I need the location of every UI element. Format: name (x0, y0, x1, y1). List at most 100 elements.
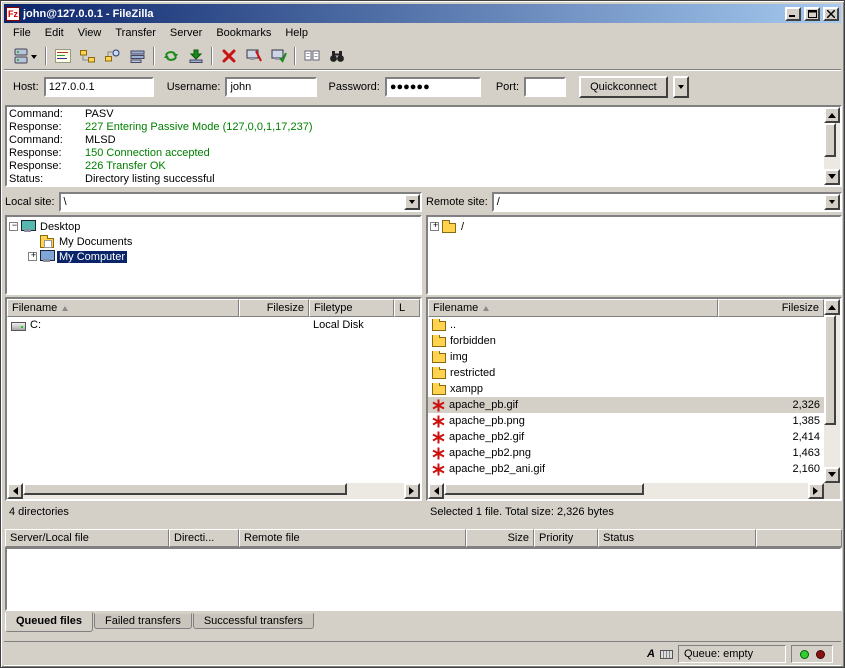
close-button[interactable] (823, 7, 839, 21)
tab-successful-transfers[interactable]: Successful transfers (193, 613, 314, 629)
scroll-up-button[interactable] (824, 107, 840, 123)
cancel-button[interactable] (216, 45, 241, 68)
remote-file-row[interactable]: apache_pb2.png 1,463 (428, 445, 824, 461)
log-line: Response:150 Connection accepted (9, 147, 822, 160)
log-line: Command:PASV (9, 108, 822, 121)
remote-file-row[interactable]: .. (428, 317, 824, 333)
menu-edit[interactable]: Edit (38, 24, 71, 42)
column-header-filetype[interactable]: Filetype (309, 299, 394, 317)
reconnect-button[interactable] (266, 45, 291, 68)
minimize-button[interactable] (785, 7, 801, 21)
local-file-row[interactable]: C: Local Disk (7, 317, 420, 333)
quickconnect-button[interactable]: Quickconnect (579, 76, 668, 98)
tab-queued-files[interactable]: Queued files (5, 612, 93, 632)
toggle-log-button[interactable] (50, 45, 75, 68)
scroll-thumb[interactable] (444, 483, 644, 495)
remote-site-pane: Remote site: / / (426, 191, 842, 295)
local-site-combo[interactable]: \ (59, 192, 422, 212)
remote-vertical-scrollbar[interactable] (824, 299, 840, 483)
queue-column-priority[interactable]: Priority (534, 529, 598, 547)
remote-file-row[interactable]: apache_pb2.gif 2,414 (428, 429, 824, 445)
collapse-icon[interactable] (9, 222, 18, 231)
scroll-thumb[interactable] (23, 483, 347, 495)
remote-file-row-selected[interactable]: apache_pb.gif 2,326 (428, 397, 824, 413)
scroll-right-button[interactable] (404, 483, 420, 499)
scroll-left-button[interactable] (7, 483, 23, 499)
scroll-left-button[interactable] (428, 483, 444, 499)
maximize-button[interactable] (804, 7, 820, 21)
remote-site-combo[interactable]: / (492, 192, 842, 212)
expand-icon[interactable] (430, 222, 439, 231)
receive-led-icon (800, 650, 809, 659)
queue-column-status[interactable]: Status (598, 529, 756, 547)
remote-file-row[interactable]: apache_pb2_ani.gif 2,160 (428, 461, 824, 477)
toggle-remote-tree-button[interactable] (100, 45, 125, 68)
find-files-button[interactable] (324, 45, 349, 68)
remote-file-row[interactable]: apache_pb.png 1,385 (428, 413, 824, 429)
scroll-track[interactable] (824, 315, 840, 467)
column-header-filename[interactable]: Filename (428, 299, 718, 317)
queue-column-direction[interactable]: Directi... (169, 529, 239, 547)
local-horizontal-scrollbar[interactable] (7, 483, 420, 499)
remote-file-row[interactable]: forbidden (428, 333, 824, 349)
scroll-track[interactable] (23, 483, 404, 499)
host-input[interactable] (44, 77, 154, 97)
tree-item-my-documents[interactable]: My Documents (9, 234, 418, 249)
username-input[interactable] (225, 77, 317, 97)
column-header-lastmodified[interactable]: L (394, 299, 420, 317)
remote-file-row[interactable]: xampp (428, 381, 824, 397)
column-header-filesize[interactable]: Filesize (239, 299, 309, 317)
site-manager-button[interactable] (8, 45, 42, 68)
port-input[interactable] (524, 77, 566, 97)
queue-body[interactable] (5, 547, 842, 611)
arrow-down-icon (828, 472, 836, 481)
local-site-dropdown-button[interactable] (404, 194, 420, 210)
scroll-thumb[interactable] (824, 123, 836, 157)
local-list-body: C: Local Disk (7, 317, 420, 483)
refresh-button[interactable] (158, 45, 183, 68)
dropdown-caret-icon (409, 200, 415, 207)
menu-bookmarks[interactable]: Bookmarks (209, 24, 278, 42)
directory-compare-button[interactable] (299, 45, 324, 68)
disconnect-button[interactable] (241, 45, 266, 68)
expand-icon[interactable] (28, 252, 37, 261)
tree-item-my-computer[interactable]: My Computer (9, 249, 418, 264)
scroll-up-button[interactable] (824, 299, 840, 315)
tab-failed-transfers[interactable]: Failed transfers (94, 613, 192, 629)
remote-site-dropdown-button[interactable] (824, 194, 840, 210)
menu-help[interactable]: Help (278, 24, 315, 42)
log-line: Command:MLSD (9, 134, 822, 147)
folder-icon (432, 337, 446, 347)
scroll-track[interactable] (824, 123, 840, 169)
queue-column-remote-file[interactable]: Remote file (239, 529, 466, 547)
process-queue-button[interactable] (183, 45, 208, 68)
folder-icon (442, 223, 456, 233)
scroll-right-button[interactable] (808, 483, 824, 499)
password-input[interactable] (385, 77, 481, 97)
filezilla-window: Fz john@127.0.0.1 - FileZilla File Edit … (0, 0, 845, 668)
queue-column-size[interactable]: Size (466, 529, 534, 547)
toggle-local-tree-button[interactable] (75, 45, 100, 68)
dropdown-caret-icon (31, 55, 37, 62)
desktop-icon (21, 220, 35, 233)
scroll-thumb[interactable] (824, 315, 836, 425)
column-header-filename[interactable]: Filename (7, 299, 239, 317)
tree-item-root[interactable]: / (430, 219, 838, 234)
remote-horizontal-scrollbar[interactable] (428, 483, 824, 499)
quickconnect-dropdown-button[interactable] (673, 76, 689, 98)
menu-file[interactable]: File (6, 24, 38, 42)
remote-file-row[interactable]: img (428, 349, 824, 365)
scroll-down-button[interactable] (824, 169, 840, 185)
queue-column-server-local-file[interactable]: Server/Local file (5, 529, 169, 547)
menu-view[interactable]: View (71, 24, 109, 42)
menu-transfer[interactable]: Transfer (108, 24, 163, 42)
toggle-queue-button[interactable] (125, 45, 150, 68)
menu-server[interactable]: Server (163, 24, 209, 42)
remote-file-row[interactable]: restricted (428, 365, 824, 381)
tree-item-desktop[interactable]: Desktop (9, 219, 418, 234)
log-vertical-scrollbar[interactable] (824, 107, 840, 185)
scroll-track[interactable] (444, 483, 808, 499)
scroll-down-button[interactable] (824, 467, 840, 483)
column-header-filesize[interactable]: Filesize (718, 299, 824, 317)
password-label: Password: (328, 81, 379, 93)
